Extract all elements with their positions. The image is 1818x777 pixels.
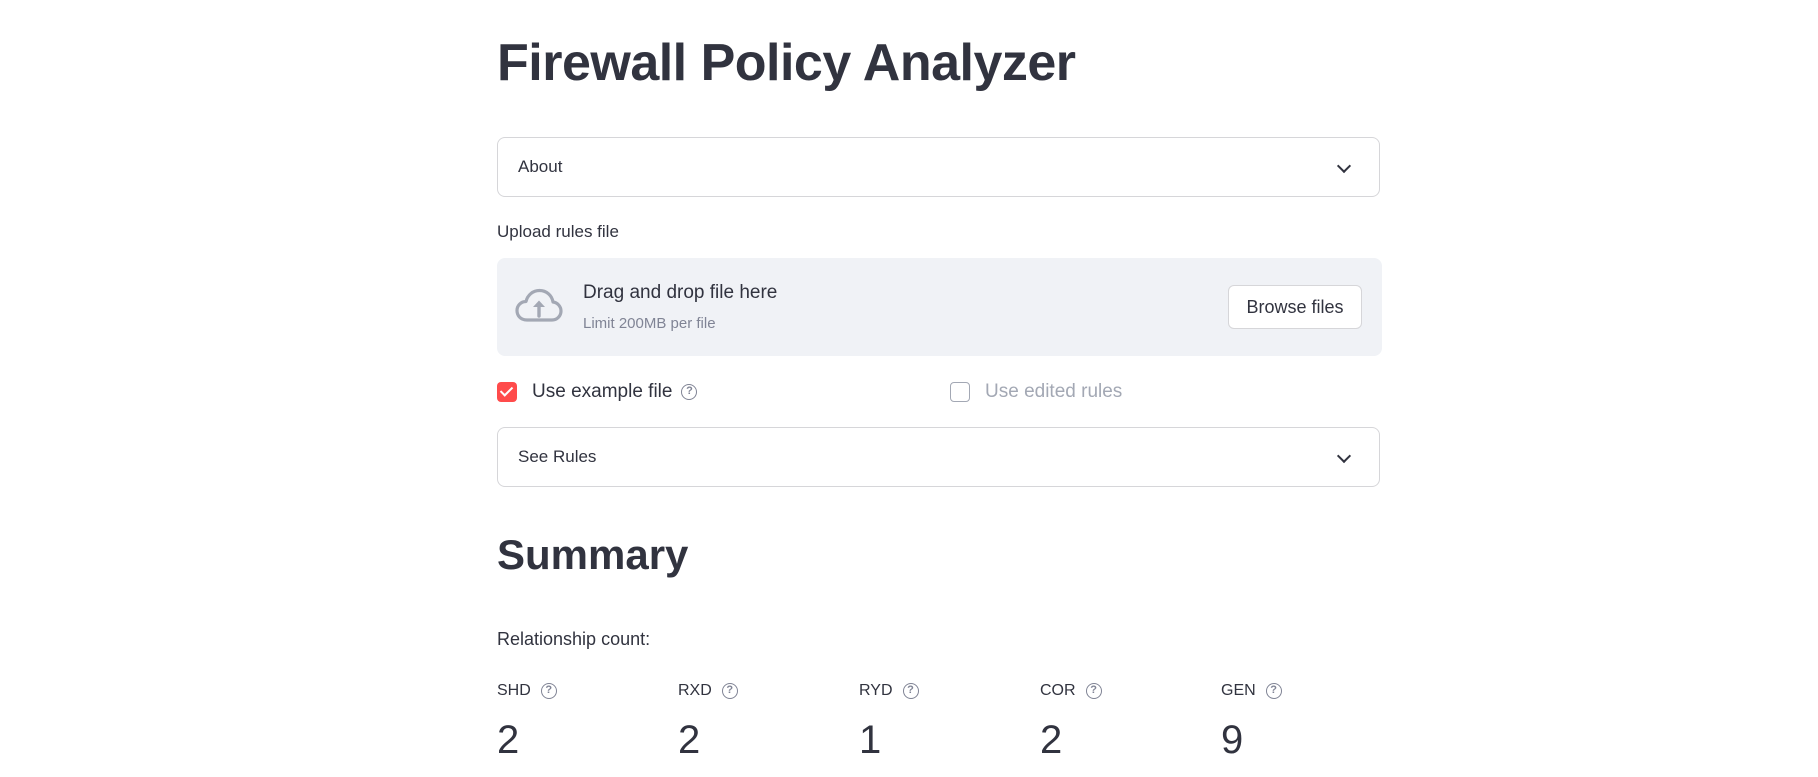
help-icon[interactable]: ? xyxy=(540,683,557,699)
metric-label: GEN xyxy=(1221,682,1256,699)
checkbox-unchecked-icon[interactable] xyxy=(950,382,970,402)
help-icon[interactable]: ? xyxy=(1265,683,1282,699)
dropzone-instructions: Drag and drop file here xyxy=(583,282,778,303)
file-dropzone[interactable]: Drag and drop file here Limit 200MB per … xyxy=(497,258,1382,356)
help-icon[interactable]: ? xyxy=(721,683,738,699)
metric-rxd: RXD ? 2 xyxy=(678,680,838,764)
summary-heading: Summary xyxy=(497,531,689,578)
upload-label: Upload rules file xyxy=(497,222,619,241)
help-icon[interactable]: ? xyxy=(681,384,698,400)
use-example-checkbox[interactable]: Use example file ? xyxy=(497,378,698,406)
relationship-count-label: Relationship count: xyxy=(497,629,651,649)
metric-value: 2 xyxy=(1040,718,1063,762)
metric-label: SHD xyxy=(497,682,531,699)
about-expander-label: About xyxy=(518,157,563,176)
help-icon[interactable]: ? xyxy=(902,683,919,699)
cloud-upload-icon xyxy=(515,288,563,322)
see-rules-expander[interactable]: See Rules xyxy=(497,427,1380,487)
help-icon[interactable]: ? xyxy=(1085,683,1102,699)
page-title: Firewall Policy Analyzer xyxy=(497,34,1076,92)
metric-ryd: RYD ? 1 xyxy=(859,680,1019,764)
metric-label: RXD xyxy=(678,682,712,699)
use-edited-label: Use edited rules xyxy=(985,381,1123,402)
metric-label: RYD xyxy=(859,682,893,699)
metric-value: 2 xyxy=(678,718,701,762)
metric-value: 9 xyxy=(1221,718,1244,762)
use-edited-checkbox[interactable]: Use edited rules xyxy=(950,378,1122,406)
metric-shd: SHD ? 2 xyxy=(497,680,657,764)
about-expander[interactable]: About xyxy=(497,137,1380,197)
browse-files-button[interactable]: Browse files xyxy=(1228,285,1362,329)
use-example-label: Use example file xyxy=(532,381,673,402)
see-rules-expander-label: See Rules xyxy=(518,447,597,466)
chevron-down-icon xyxy=(1336,448,1352,464)
metric-cor: COR ? 2 xyxy=(1040,680,1200,764)
dropzone-limit: Limit 200MB per file xyxy=(583,315,716,332)
metric-value: 1 xyxy=(859,718,882,762)
metric-value: 2 xyxy=(497,718,520,762)
chevron-down-icon xyxy=(1336,158,1352,174)
metric-label: COR xyxy=(1040,682,1076,699)
checkbox-checked-icon[interactable] xyxy=(497,382,517,402)
metric-gen: GEN ? 9 xyxy=(1221,680,1381,764)
